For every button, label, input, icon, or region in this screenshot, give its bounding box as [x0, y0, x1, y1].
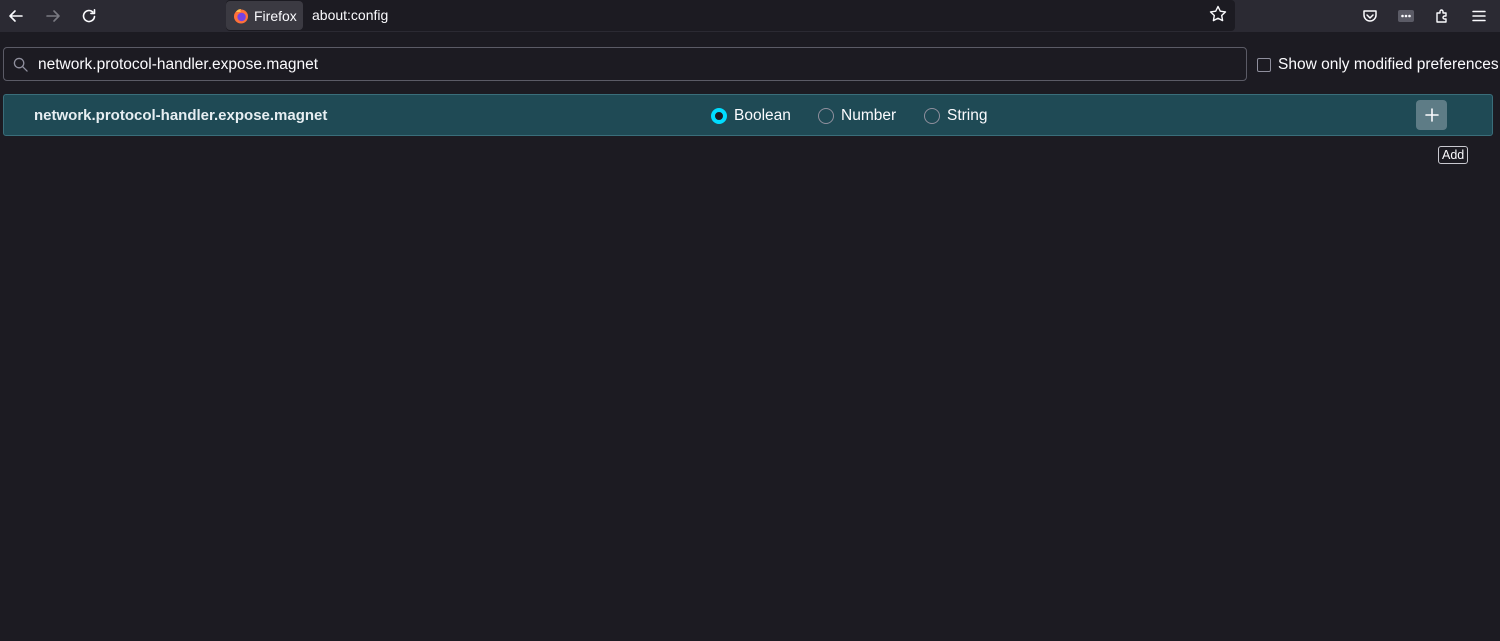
add-tooltip: Add: [1438, 146, 1468, 164]
add-preference-button[interactable]: [1416, 100, 1447, 130]
type-option-string[interactable]: String: [924, 107, 988, 125]
preference-search-input[interactable]: [36, 48, 1240, 82]
extension-action-button[interactable]: [1394, 4, 1418, 28]
extensions-button[interactable]: [1430, 4, 1454, 28]
pocket-icon: [1362, 8, 1378, 24]
type-option-number[interactable]: Number: [818, 107, 896, 125]
star-icon: [1208, 4, 1228, 24]
pocket-button[interactable]: [1358, 4, 1382, 28]
new-preference-row: network.protocol-handler.expose.magnet B…: [3, 94, 1493, 136]
identity-box[interactable]: Firefox: [226, 1, 303, 30]
reload-button[interactable]: [76, 3, 102, 29]
puzzle-piece-icon: [1434, 8, 1450, 24]
type-option-boolean[interactable]: Boolean: [711, 107, 791, 125]
firefox-logo-icon: [233, 8, 249, 24]
boolean-label: Boolean: [734, 107, 791, 125]
search-icon: [13, 57, 28, 72]
reload-icon: [81, 8, 97, 24]
plus-icon: [1425, 108, 1439, 122]
bookmark-star-button[interactable]: [1208, 4, 1228, 29]
number-radio[interactable]: [818, 108, 834, 124]
string-radio[interactable]: [924, 108, 940, 124]
show-modified-label: Show only modified preferences: [1278, 56, 1499, 74]
preference-name: network.protocol-handler.expose.magnet: [34, 107, 327, 124]
show-modified-checkbox[interactable]: [1257, 58, 1271, 72]
preference-search-box[interactable]: [3, 47, 1247, 81]
app-menu-button[interactable]: [1467, 4, 1491, 28]
show-modified-toggle[interactable]: Show only modified preferences: [1257, 56, 1499, 74]
identity-label: Firefox: [254, 8, 297, 24]
forward-arrow-icon: [45, 8, 61, 24]
ellipsis-box-icon: [1397, 8, 1415, 24]
boolean-radio[interactable]: [711, 108, 727, 124]
string-label: String: [947, 107, 988, 125]
back-arrow-icon: [8, 8, 24, 24]
url-text[interactable]: about:config: [312, 7, 388, 23]
forward-button[interactable]: [40, 3, 66, 29]
hamburger-menu-icon: [1471, 8, 1487, 24]
number-label: Number: [841, 107, 896, 125]
browser-toolbar: Firefox about:config: [0, 0, 1500, 32]
back-button[interactable]: [3, 3, 29, 29]
